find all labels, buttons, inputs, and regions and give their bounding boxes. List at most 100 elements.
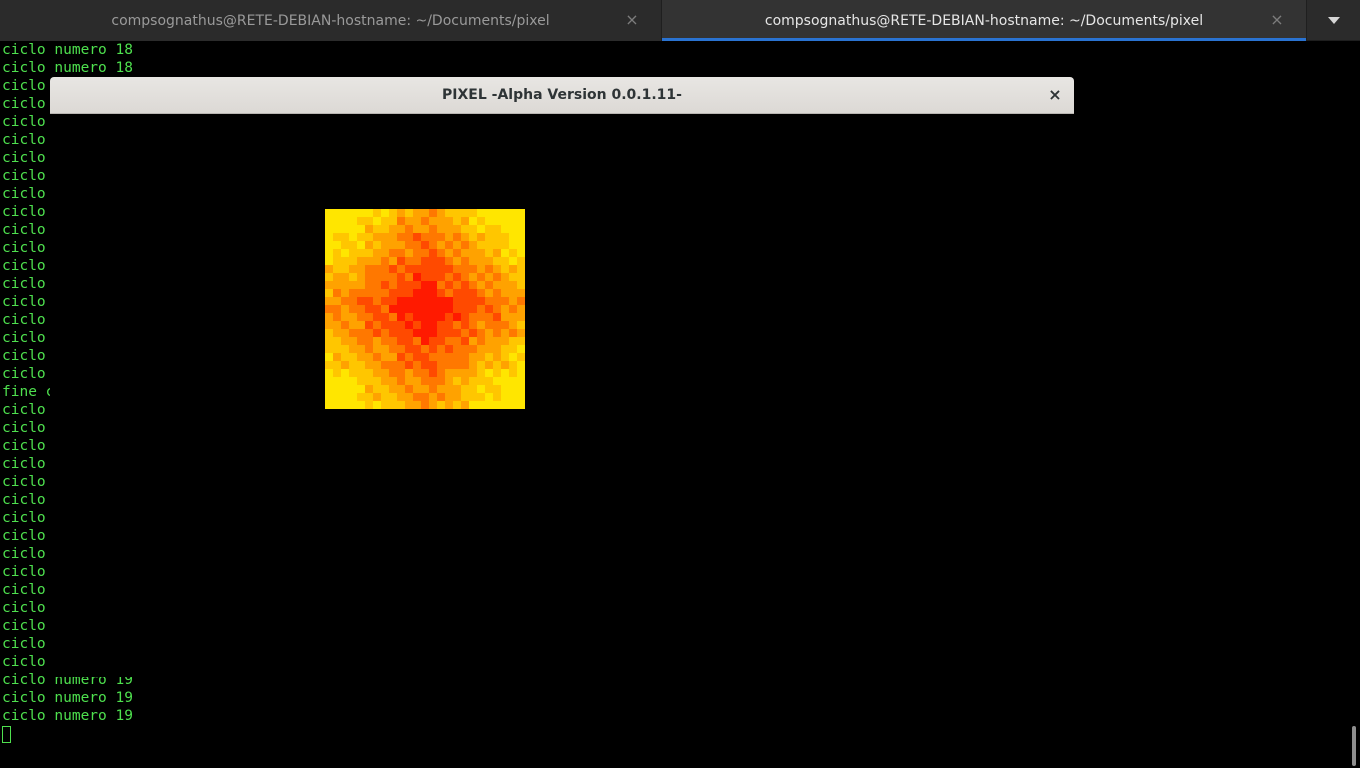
pixel-cell	[493, 297, 502, 306]
pixel-cell	[429, 249, 438, 258]
pixel-cell	[501, 369, 510, 378]
pixel-cell	[325, 297, 334, 306]
pixel-cell	[445, 321, 454, 330]
pixel-cell	[397, 273, 406, 282]
pixel-cell	[365, 281, 374, 290]
pixel-cell	[381, 329, 390, 338]
pixel-cell	[445, 305, 454, 314]
pixel-cell	[493, 281, 502, 290]
pixel-cell	[405, 273, 414, 282]
pixel-cell	[341, 289, 350, 298]
pixel-cell	[461, 209, 470, 218]
pixel-cell	[477, 401, 486, 409]
pixel-cell	[397, 385, 406, 394]
pixel-cell	[389, 273, 398, 282]
pixel-cell	[429, 281, 438, 290]
pixel-cell	[397, 233, 406, 242]
pixel-cell	[413, 241, 422, 250]
pixel-cell	[501, 313, 510, 322]
pixel-cell	[389, 305, 398, 314]
pixel-cell	[405, 329, 414, 338]
pixel-cell	[477, 345, 486, 354]
pixel-cell	[349, 329, 358, 338]
pixel-cell	[413, 249, 422, 258]
pixel-cell	[373, 233, 382, 242]
terminal-scrollbar[interactable]	[1348, 41, 1360, 768]
pixel-cell	[365, 361, 374, 370]
pixel-cell	[413, 345, 422, 354]
pixel-cell	[509, 233, 518, 242]
pixel-cell	[341, 281, 350, 290]
pixel-cell	[421, 249, 430, 258]
pixel-cell	[485, 225, 494, 234]
pixel-cell	[349, 321, 358, 330]
pixel-cell	[477, 337, 486, 346]
pixel-cell	[477, 321, 486, 330]
pixel-cell	[477, 233, 486, 242]
pixel-cell	[509, 385, 518, 394]
pixel-cell	[421, 393, 430, 402]
tab-terminal-1[interactable]: compsognathus@RETE-DEBIAN-hostname: ~/Do…	[0, 0, 662, 41]
pixel-cell	[453, 297, 462, 306]
pixel-cell	[429, 297, 438, 306]
pixel-cell	[349, 241, 358, 250]
pixel-cell	[453, 225, 462, 234]
pixel-cell	[365, 313, 374, 322]
pixel-cell	[477, 273, 486, 282]
tab-menu-button[interactable]	[1307, 0, 1360, 41]
pixel-cell	[349, 337, 358, 346]
pixel-cell	[413, 305, 422, 314]
pixel-cell	[373, 257, 382, 266]
pixel-cell	[517, 361, 525, 370]
pixel-cell	[501, 209, 510, 218]
pixel-cell	[517, 297, 525, 306]
close-icon[interactable]: ×	[1270, 11, 1284, 29]
pixel-cell	[405, 321, 414, 330]
pixel-cell	[493, 289, 502, 298]
window-titlebar[interactable]: PIXEL -Alpha Version 0.0.1.11- ×	[50, 77, 1074, 114]
pixel-cell	[413, 393, 422, 402]
pixel-cell	[509, 377, 518, 386]
pixel-cell	[405, 209, 414, 218]
pixel-cell	[341, 385, 350, 394]
scrollbar-thumb[interactable]	[1352, 726, 1356, 766]
pixel-cell	[373, 321, 382, 330]
pixel-cell	[413, 337, 422, 346]
pixel-cell	[413, 353, 422, 362]
pixel-cell	[389, 241, 398, 250]
pixel-cell	[509, 297, 518, 306]
pixel-cell	[413, 329, 422, 338]
pixel-cell	[485, 209, 494, 218]
pixel-cell	[461, 321, 470, 330]
tab-terminal-2[interactable]: compsognathus@RETE-DEBIAN-hostname: ~/Do…	[662, 0, 1307, 41]
pixel-cell	[349, 265, 358, 274]
pixel-cell	[325, 321, 334, 330]
pixel-cell	[453, 321, 462, 330]
pixel-cell	[349, 393, 358, 402]
pixel-cell	[461, 313, 470, 322]
pixel-cell	[341, 257, 350, 266]
pixel-cell	[373, 209, 382, 218]
pixel-cell	[477, 361, 486, 370]
pixel-cell	[517, 337, 525, 346]
close-icon[interactable]: ×	[1046, 86, 1064, 104]
pixel-cell	[357, 209, 366, 218]
pixel-cell	[381, 273, 390, 282]
pixel-cell	[341, 209, 350, 218]
pixel-cell	[357, 385, 366, 394]
pixel-cell	[349, 233, 358, 242]
pixel-cell	[453, 345, 462, 354]
pixel-cell	[509, 241, 518, 250]
pixel-cell	[437, 217, 446, 226]
pixel-cell	[413, 265, 422, 274]
pixel-cell	[373, 313, 382, 322]
close-icon[interactable]: ×	[625, 11, 639, 29]
pixel-cell	[517, 241, 525, 250]
pixel-cell	[445, 393, 454, 402]
pixel-cell	[445, 385, 454, 394]
pixel-cell	[453, 273, 462, 282]
pixel-cell	[365, 209, 374, 218]
pixel-cell	[437, 393, 446, 402]
terminal-line: ciclo numero 18	[2, 42, 133, 58]
pixel-cell	[341, 217, 350, 226]
